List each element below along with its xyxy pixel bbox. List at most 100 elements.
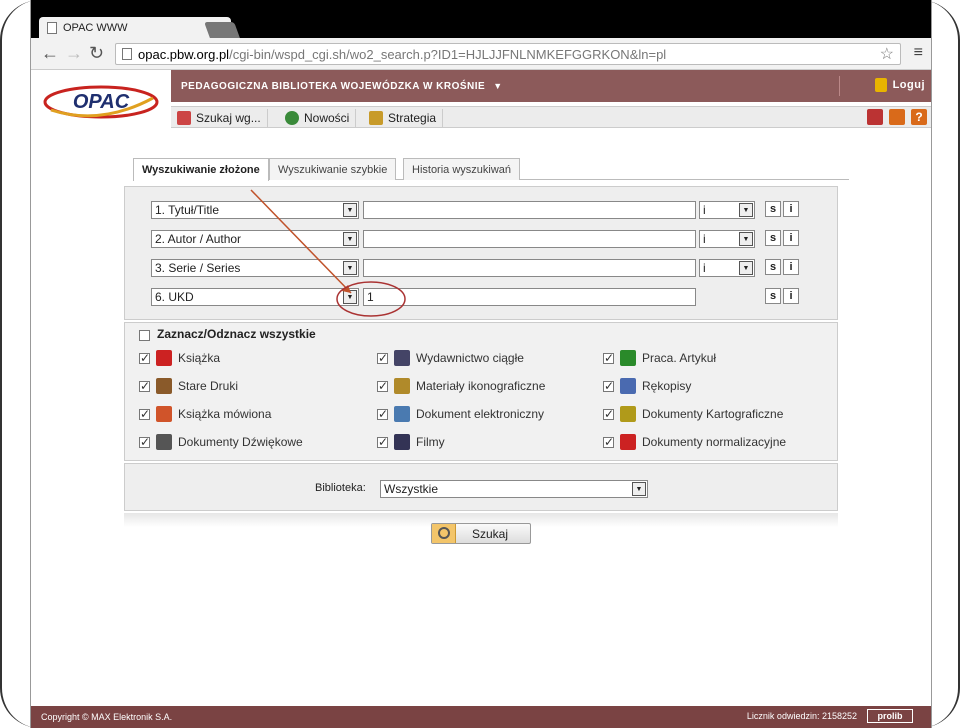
bookmark-star-icon[interactable]: ☆ (880, 44, 894, 64)
manuscript-icon (620, 378, 636, 394)
index-list-button[interactable]: s (765, 259, 781, 275)
index-list-button[interactable]: s (765, 201, 781, 217)
doc-type-item: ✓ Praca. Artykuł (603, 348, 716, 368)
index-select[interactable]: 3. Serie / Series ▼ (151, 259, 359, 277)
nav-search-by[interactable]: Szukaj wg... (171, 109, 268, 127)
doc-type-item: ✓ Stare Druki (139, 376, 238, 396)
cd-icon (394, 406, 410, 422)
copyright: Copyright © MAX Elektronik S.A. (41, 712, 173, 722)
operator-select[interactable]: i ▼ (699, 230, 755, 248)
chevron-down-icon[interactable]: ▼ (739, 203, 753, 217)
index-select[interactable]: 2. Autor / Author ▼ (151, 230, 359, 248)
login-link[interactable]: Loguj (874, 78, 925, 92)
operator-select[interactable]: i ▼ (699, 201, 755, 219)
doc-type-checkbox[interactable]: ✓ (139, 352, 150, 364)
doc-type-label: Dokumenty normalizacyjne (642, 435, 787, 449)
doc-type-checkbox[interactable]: ✓ (377, 352, 388, 364)
new-tab-button[interactable] (204, 22, 240, 38)
help-icon[interactable]: ? (911, 109, 927, 125)
news-icon (285, 111, 299, 125)
index-value: 2. Autor / Author (155, 232, 242, 246)
doc-type-checkbox[interactable]: ✓ (377, 436, 388, 448)
term-input[interactable]: 1 (363, 288, 696, 306)
reload-icon[interactable]: ↻ (89, 44, 104, 62)
page-icon (122, 48, 132, 60)
doc-type-checkbox[interactable]: ✓ (603, 408, 614, 420)
strategy-icon (369, 111, 383, 125)
nav-label: Strategia (388, 111, 437, 125)
index-value: 6. UKD (155, 290, 194, 304)
page-icon (47, 21, 57, 34)
term-input[interactable] (363, 201, 696, 219)
opac-logo[interactable]: OPAC (41, 76, 161, 124)
tab-search-history[interactable]: Historia wyszukiwań (403, 158, 521, 180)
index-select[interactable]: 1. Tytuł/Title ▼ (151, 201, 359, 219)
chevron-down-icon[interactable]: ▼ (493, 81, 502, 91)
chevron-down-icon[interactable]: ▼ (343, 203, 357, 217)
doc-type-label: Dokument elektroniczny (416, 407, 545, 421)
chevron-down-icon[interactable]: ▼ (632, 482, 646, 496)
doc-type-item: ✓ Filmy (377, 432, 445, 452)
info-button[interactable]: i (783, 259, 799, 275)
toggle-all-checkbox[interactable] (139, 330, 150, 341)
index-list-button[interactable]: s (765, 230, 781, 246)
library-name[interactable]: PEDAGOGICZNA BIBLIOTEKA WOJEWÓDZKA W KRO… (181, 81, 485, 92)
index-select[interactable]: 6. UKD ▼ (151, 288, 359, 306)
operator-select[interactable]: i ▼ (699, 259, 755, 277)
article-icon (620, 350, 636, 366)
old-prints-icon (156, 378, 172, 394)
library-panel: Biblioteka: Wszystkie ▼ (124, 463, 838, 511)
doc-type-checkbox[interactable]: ✓ (603, 380, 614, 392)
doc-type-checkbox[interactable]: ✓ (139, 408, 150, 420)
doc-type-label: Książka mówiona (178, 407, 272, 421)
nav-strategy[interactable]: Strategia (363, 109, 444, 127)
doc-type-checkbox[interactable]: ✓ (603, 436, 614, 448)
browser-toolbar: ← → ↻ opac.pbw.org.pl/cgi-bin/wspd_cgi.s… (31, 38, 931, 70)
speaker-icon (156, 434, 172, 450)
basket-icon[interactable] (867, 109, 883, 125)
chevron-down-icon[interactable]: ▼ (739, 232, 753, 246)
doc-type-item: ✓ Rękopisy (603, 376, 691, 396)
doc-type-item: ✓ Materiały ikonograficzne (377, 376, 545, 396)
back-icon[interactable]: ← (41, 44, 59, 62)
term-input[interactable] (363, 230, 696, 248)
lock-icon (874, 78, 887, 92)
url-host: opac.pbw.org.pl (138, 46, 230, 62)
chevron-down-icon[interactable]: ▼ (343, 290, 357, 304)
doc-type-checkbox[interactable]: ✓ (139, 380, 150, 392)
doc-type-label: Rękopisy (642, 379, 692, 393)
search-tabs: Wyszukiwanie złożone Wyszukiwanie szybki… (133, 158, 849, 181)
address-bar[interactable]: opac.pbw.org.pl/cgi-bin/wspd_cgi.sh/wo2_… (115, 43, 901, 65)
browser-tab[interactable]: OPAC WWW ✕ (39, 17, 231, 38)
document-types-panel: Zaznacz/Odznacz wszystkie ✓ Książka ✓ Wydaw… (124, 322, 838, 461)
prolib-logo[interactable]: prolib (867, 709, 913, 723)
operator-value: i (703, 203, 706, 217)
chevron-down-icon[interactable]: ▼ (739, 261, 753, 275)
info-button[interactable]: i (783, 230, 799, 246)
library-bar: PEDAGOGICZNA BIBLIOTEKA WOJEWÓDZKA W KRO… (171, 70, 931, 102)
doc-type-checkbox[interactable]: ✓ (139, 436, 150, 448)
norm-doc-icon (620, 434, 636, 450)
doc-type-checkbox[interactable]: ✓ (603, 352, 614, 364)
chevron-down-icon[interactable]: ▼ (343, 232, 357, 246)
tab-quick-search[interactable]: Wyszukiwanie szybkie (269, 158, 397, 180)
info-button[interactable]: i (783, 288, 799, 304)
doc-type-checkbox[interactable]: ✓ (377, 380, 388, 392)
forward-icon[interactable]: → (65, 44, 83, 62)
tab-advanced-search[interactable]: Wyszukiwanie złożone (133, 158, 269, 181)
menu-icon[interactable]: ≡ (914, 44, 923, 62)
info-button[interactable]: i (783, 201, 799, 217)
doc-type-item: ✓ Książka (139, 348, 220, 368)
chevron-down-icon[interactable]: ▼ (343, 261, 357, 275)
home-icon[interactable] (889, 109, 905, 125)
library-select[interactable]: Wszystkie ▼ (380, 480, 648, 498)
doc-type-item: ✓ Dokumenty Kartograficzne (603, 404, 783, 424)
toggle-all-label: Zaznacz/Odznacz wszystkie (157, 327, 316, 341)
doc-type-checkbox[interactable]: ✓ (377, 408, 388, 420)
index-list-button[interactable]: s (765, 288, 781, 304)
term-input[interactable] (363, 259, 696, 277)
svg-text:OPAC: OPAC (73, 91, 130, 113)
search-button[interactable]: Szukaj (431, 523, 531, 544)
doc-type-item: ✓ Książka mówiona (139, 404, 271, 424)
nav-news[interactable]: Nowości (279, 109, 357, 127)
